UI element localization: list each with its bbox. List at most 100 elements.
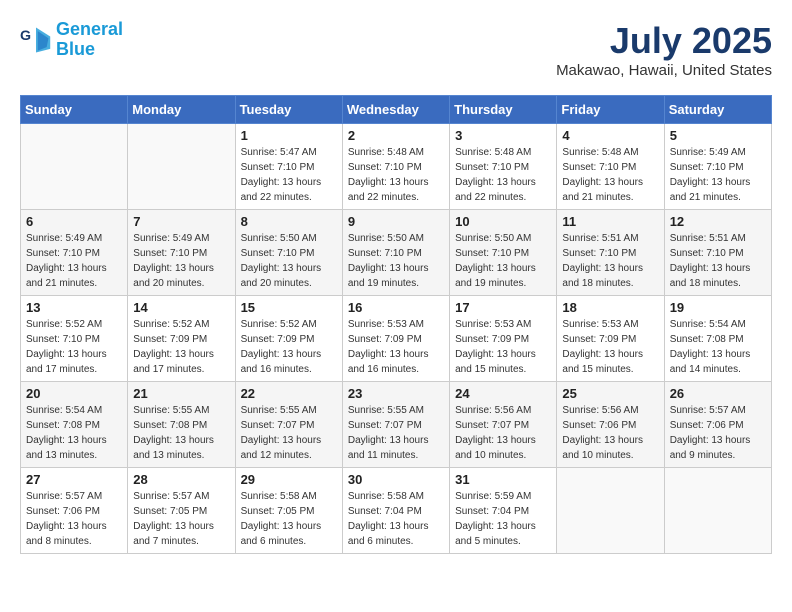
calendar-day-30: 30 Sunrise: 5:58 AM Sunset: 7:04 PM Dayli… [342,468,449,554]
day-info: Sunrise: 5:57 AM Sunset: 7:06 PM Dayligh… [26,489,122,549]
logo: G General Blue [20,20,123,60]
calendar-day-25: 25Sunrise: 5:56 AM Sunset: 7:06 PM Dayli… [557,382,664,468]
day-info: Sunrise: 5:49 AM Sunset: 7:10 PM Dayligh… [133,231,229,291]
day-info: Sunrise: 5:57 AM Sunset: 7:05 PM Dayligh… [133,489,229,549]
calendar-day-9: 9Sunrise: 5:50 AM Sunset: 7:10 PM Daylig… [342,210,449,296]
calendar-day-5: 5 Sunrise: 5:49 AM Sunset: 7:10 PM Daylig… [664,124,771,210]
day-number: 22 [241,386,337,401]
day-info: Sunrise: 5:47 AM Sunset: 7:10 PM Dayligh… [241,145,337,205]
calendar-day-6: 6 Sunrise: 5:49 AM Sunset: 7:10 PM Daylig… [21,210,128,296]
calendar-day-2: 2 Sunrise: 5:48 AM Sunset: 7:10 PM Daylig… [342,124,449,210]
svg-text:G: G [20,28,31,44]
day-number: 31 [455,472,551,487]
day-info: Sunrise: 5:57 AM Sunset: 7:06 PM Dayligh… [670,403,766,463]
day-info: Sunrise: 5:50 AM Sunset: 7:10 PM Dayligh… [241,231,337,291]
day-number: 25 [562,386,658,401]
day-number: 2 [348,128,444,143]
day-number: 1 [241,128,337,143]
day-info: Sunrise: 5:49 AM Sunset: 7:10 PM Dayligh… [26,231,122,291]
weekday-header-wednesday: Wednesday [342,96,449,124]
day-info: Sunrise: 5:48 AM Sunset: 7:10 PM Dayligh… [455,145,551,205]
calendar-day-24: 24Sunrise: 5:56 AM Sunset: 7:07 PM Dayli… [450,382,557,468]
day-number: 24 [455,386,551,401]
logo-blue: Blue [56,39,95,59]
calendar-empty-cell [128,124,235,210]
day-number: 17 [455,300,551,315]
calendar-day-13: 13 Sunrise: 5:52 AM Sunset: 7:10 PM Dayli… [21,296,128,382]
calendar-day-11: 11 Sunrise: 5:51 AM Sunset: 7:10 PM Dayli… [557,210,664,296]
logo-general: General [56,19,123,39]
day-number: 23 [348,386,444,401]
calendar-day-19: 19Sunrise: 5:54 AM Sunset: 7:08 PM Dayli… [664,296,771,382]
calendar-day-27: 27 Sunrise: 5:57 AM Sunset: 7:06 PM Dayli… [21,468,128,554]
day-number: 9 [348,214,444,229]
day-info: Sunrise: 5:54 AM Sunset: 7:08 PM Dayligh… [26,403,122,463]
day-info: Sunrise: 5:51 AM Sunset: 7:10 PM Dayligh… [670,231,766,291]
day-info: Sunrise: 5:52 AM Sunset: 7:09 PM Dayligh… [241,317,337,377]
calendar-empty-cell [557,468,664,554]
day-info: Sunrise: 5:48 AM Sunset: 7:10 PM Dayligh… [562,145,658,205]
day-number: 11 [562,214,658,229]
day-number: 18 [562,300,658,315]
day-info: Sunrise: 5:50 AM Sunset: 7:10 PM Dayligh… [455,231,551,291]
day-info: Sunrise: 5:55 AM Sunset: 7:07 PM Dayligh… [241,403,337,463]
weekday-header-thursday: Thursday [450,96,557,124]
day-number: 16 [348,300,444,315]
calendar-day-15: 15 Sunrise: 5:52 AM Sunset: 7:09 PM Dayli… [235,296,342,382]
location-title: Makawao, Hawaii, United States [556,62,772,79]
day-info: Sunrise: 5:48 AM Sunset: 7:10 PM Dayligh… [348,145,444,205]
day-info: Sunrise: 5:54 AM Sunset: 7:08 PM Dayligh… [670,317,766,377]
logo-text: General Blue [56,20,123,60]
day-info: Sunrise: 5:58 AM Sunset: 7:04 PM Dayligh… [348,489,444,549]
day-info: Sunrise: 5:53 AM Sunset: 7:09 PM Dayligh… [348,317,444,377]
day-number: 4 [562,128,658,143]
weekday-header-tuesday: Tuesday [235,96,342,124]
calendar-week-3: 13 Sunrise: 5:52 AM Sunset: 7:10 PM Dayli… [21,296,772,382]
calendar-day-8: 8Sunrise: 5:50 AM Sunset: 7:10 PM Daylig… [235,210,342,296]
calendar-empty-cell [664,468,771,554]
day-number: 15 [241,300,337,315]
day-number: 6 [26,214,122,229]
day-info: Sunrise: 5:55 AM Sunset: 7:07 PM Dayligh… [348,403,444,463]
calendar-week-4: 20 Sunrise: 5:54 AM Sunset: 7:08 PM Dayli… [21,382,772,468]
day-number: 13 [26,300,122,315]
calendar-day-20: 20 Sunrise: 5:54 AM Sunset: 7:08 PM Dayli… [21,382,128,468]
weekday-header-row: SundayMondayTuesdayWednesdayThursdayFrid… [21,96,772,124]
weekday-header-friday: Friday [557,96,664,124]
day-number: 3 [455,128,551,143]
calendar-day-26: 26 Sunrise: 5:57 AM Sunset: 7:06 PM Dayli… [664,382,771,468]
calendar-day-22: 22 Sunrise: 5:55 AM Sunset: 7:07 PM Dayli… [235,382,342,468]
calendar-day-29: 29 Sunrise: 5:58 AM Sunset: 7:05 PM Dayli… [235,468,342,554]
day-number: 29 [241,472,337,487]
calendar-day-10: 10Sunrise: 5:50 AM Sunset: 7:10 PM Dayli… [450,210,557,296]
calendar-day-3: 3 Sunrise: 5:48 AM Sunset: 7:10 PM Daylig… [450,124,557,210]
page-header: G General Blue July 2025 Makawao, Hawaii… [20,20,772,79]
calendar-day-28: 28 Sunrise: 5:57 AM Sunset: 7:05 PM Dayli… [128,468,235,554]
weekday-header-monday: Monday [128,96,235,124]
day-number: 27 [26,472,122,487]
day-info: Sunrise: 5:55 AM Sunset: 7:08 PM Dayligh… [133,403,229,463]
day-number: 28 [133,472,229,487]
day-info: Sunrise: 5:51 AM Sunset: 7:10 PM Dayligh… [562,231,658,291]
day-number: 12 [670,214,766,229]
day-number: 26 [670,386,766,401]
calendar-week-5: 27 Sunrise: 5:57 AM Sunset: 7:06 PM Dayli… [21,468,772,554]
day-number: 7 [133,214,229,229]
day-info: Sunrise: 5:52 AM Sunset: 7:10 PM Dayligh… [26,317,122,377]
day-number: 20 [26,386,122,401]
calendar-day-14: 14Sunrise: 5:52 AM Sunset: 7:09 PM Dayli… [128,296,235,382]
day-info: Sunrise: 5:58 AM Sunset: 7:05 PM Dayligh… [241,489,337,549]
calendar-week-2: 6 Sunrise: 5:49 AM Sunset: 7:10 PM Daylig… [21,210,772,296]
calendar-day-4: 4 Sunrise: 5:48 AM Sunset: 7:10 PM Daylig… [557,124,664,210]
day-number: 5 [670,128,766,143]
calendar-day-12: 12 Sunrise: 5:51 AM Sunset: 7:10 PM Dayli… [664,210,771,296]
day-info: Sunrise: 5:49 AM Sunset: 7:10 PM Dayligh… [670,145,766,205]
weekday-header-sunday: Sunday [21,96,128,124]
day-info: Sunrise: 5:59 AM Sunset: 7:04 PM Dayligh… [455,489,551,549]
day-info: Sunrise: 5:52 AM Sunset: 7:09 PM Dayligh… [133,317,229,377]
calendar-table: SundayMondayTuesdayWednesdayThursdayFrid… [20,95,772,554]
month-title: July 2025 [556,20,772,62]
calendar-empty-cell [21,124,128,210]
day-number: 30 [348,472,444,487]
calendar-day-23: 23 Sunrise: 5:55 AM Sunset: 7:07 PM Dayli… [342,382,449,468]
